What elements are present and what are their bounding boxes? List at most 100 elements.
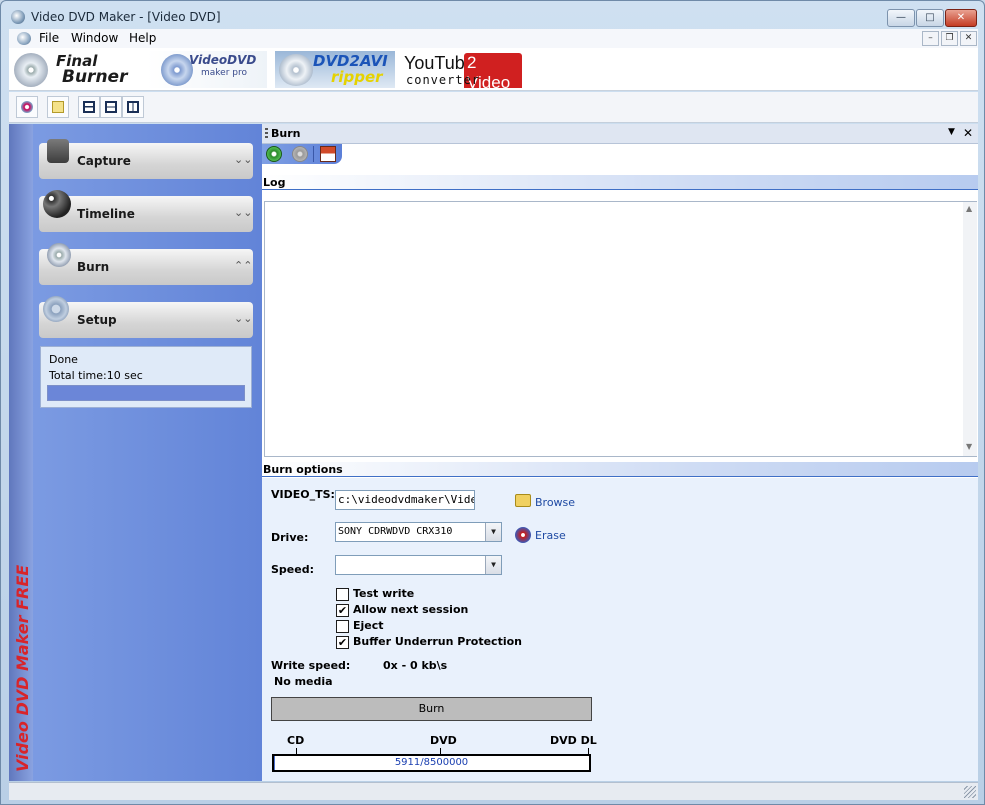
sidebar-item-label: Capture bbox=[77, 154, 131, 168]
minimize-button[interactable]: — bbox=[887, 9, 915, 27]
panel-menu-button[interactable]: ▼ bbox=[948, 127, 955, 137]
chevron-down-icon[interactable]: ⌄⌄ bbox=[234, 312, 252, 325]
open-project-button[interactable] bbox=[47, 96, 69, 118]
menu-help[interactable]: Help bbox=[129, 31, 156, 45]
cascade-windows-button[interactable] bbox=[78, 96, 100, 118]
log-scrollbar[interactable]: ▲ ▼ bbox=[963, 202, 977, 456]
sidebar-item-capture[interactable]: Capture ⌄⌄ bbox=[39, 139, 253, 179]
chevron-down-icon[interactable]: ⌄⌄ bbox=[234, 206, 252, 219]
mdi-close-button[interactable]: ✕ bbox=[960, 31, 977, 46]
mdi-minimize-button[interactable]: – bbox=[922, 31, 939, 46]
app-window: Video DVD Maker - [Video DVD] — □ ✕ File… bbox=[0, 0, 985, 805]
sidebar-item-setup[interactable]: Setup ⌄⌄ bbox=[39, 296, 253, 338]
chevron-up-icon[interactable]: ⌃⌃ bbox=[234, 259, 252, 272]
sidebar-item-label: Timeline bbox=[77, 207, 135, 221]
erase-disc-icon[interactable] bbox=[515, 527, 531, 543]
sidebar-item-timeline[interactable]: Timeline ⌄⌄ bbox=[39, 190, 253, 232]
disc-icon bbox=[14, 53, 48, 87]
toolbar-divider bbox=[313, 146, 314, 162]
back-arrow-icon[interactable] bbox=[266, 146, 282, 162]
youtube-2-video-logo[interactable]: YouTube 2 Video converter bbox=[402, 51, 522, 88]
eject-label[interactable]: Eject bbox=[353, 619, 384, 632]
home-icon[interactable] bbox=[320, 146, 336, 162]
scroll-down-icon[interactable]: ▼ bbox=[966, 442, 972, 451]
capacity-mark-cd: CD bbox=[287, 734, 305, 747]
scroll-up-icon[interactable]: ▲ bbox=[966, 204, 972, 213]
videodvd-maker-pro-logo[interactable]: VideoDVD maker pro bbox=[147, 51, 267, 88]
logo-text-line1: VideoDVD bbox=[189, 53, 257, 67]
dvd2avi-ripper-logo[interactable]: DVD2AVI ripper bbox=[275, 51, 395, 88]
menu-file[interactable]: File bbox=[39, 31, 59, 45]
camcorder-icon bbox=[47, 139, 69, 163]
panel-close-button[interactable]: ✕ bbox=[963, 126, 973, 140]
product-banner: Final Burner VideoDVD maker pro DVD2AVI … bbox=[9, 48, 978, 91]
capacity-mark-dvd-dl: DVD DL bbox=[550, 734, 597, 747]
document-disc-icon[interactable] bbox=[17, 32, 31, 45]
status-bar bbox=[9, 782, 978, 800]
logo-text-line2: Burner bbox=[62, 67, 128, 87]
brand-stripe: Video DVD Maker FREE bbox=[9, 124, 33, 781]
browse-button[interactable]: Browse bbox=[535, 496, 575, 509]
capacity-mark-dvd: DVD bbox=[430, 734, 457, 747]
sidebar-item-label: Burn bbox=[77, 260, 110, 274]
erase-button[interactable]: Erase bbox=[535, 529, 566, 542]
video-ts-label: VIDEO_TS: bbox=[271, 488, 335, 501]
title-bar[interactable]: Video DVD Maker - [Video DVD] — □ ✕ bbox=[1, 1, 984, 31]
grip-icon[interactable] bbox=[265, 128, 268, 139]
menu-window[interactable]: Window bbox=[71, 31, 118, 45]
test-write-label[interactable]: Test write bbox=[353, 587, 414, 600]
video-ts-input[interactable]: c:\videodvdmaker\Video DVD bbox=[335, 490, 475, 510]
status-progress-fill bbox=[48, 386, 244, 400]
section-header-log: Log bbox=[262, 175, 978, 190]
logo-text-line2: maker pro bbox=[201, 68, 247, 78]
tile-horizontal-button[interactable] bbox=[100, 96, 122, 118]
maximize-button[interactable]: □ bbox=[916, 9, 944, 27]
speed-select[interactable]: ▼ bbox=[335, 555, 502, 575]
status-progress-bar bbox=[47, 385, 245, 401]
final-burner-logo[interactable]: Final Burner bbox=[12, 51, 142, 88]
chevron-down-icon[interactable]: ▼ bbox=[485, 523, 501, 541]
disc-capacity-bar: 5911/8500000 bbox=[272, 754, 591, 772]
tile-vertical-button[interactable] bbox=[122, 96, 144, 118]
close-button[interactable]: ✕ bbox=[945, 9, 977, 27]
eject-checkbox[interactable] bbox=[336, 620, 349, 633]
burn-button[interactable]: Burn bbox=[271, 697, 592, 721]
drive-select[interactable]: SONY CDRWDVD CRX310 ▼ bbox=[335, 522, 502, 542]
tile-vertical-icon bbox=[127, 101, 139, 113]
new-project-button[interactable] bbox=[16, 96, 38, 118]
mdi-restore-button[interactable]: ❐ bbox=[941, 31, 958, 46]
panel-header: Burn ▼ ✕ bbox=[262, 124, 978, 144]
speed-label: Speed: bbox=[271, 563, 314, 576]
open-folder-icon[interactable] bbox=[515, 494, 531, 507]
section-title: Log bbox=[263, 176, 286, 189]
allow-next-session-label[interactable]: Allow next session bbox=[353, 603, 468, 616]
app-disc-icon[interactable] bbox=[11, 10, 25, 24]
dvd-disc-icon bbox=[47, 243, 71, 267]
logo-text-converter: converter bbox=[406, 73, 481, 87]
drive-label: Drive: bbox=[271, 531, 309, 544]
resize-grip-icon[interactable] bbox=[964, 786, 976, 798]
allow-next-session-checkbox[interactable]: ✔ bbox=[336, 604, 349, 617]
chevron-down-icon[interactable]: ⌄⌄ bbox=[234, 153, 252, 166]
tile-horizontal-icon bbox=[105, 101, 117, 113]
buffer-underrun-checkbox[interactable]: ✔ bbox=[336, 636, 349, 649]
sidebar-item-label: Setup bbox=[77, 313, 117, 327]
menu-bar: File Window Help – ❐ ✕ bbox=[9, 29, 978, 48]
test-write-checkbox[interactable] bbox=[336, 588, 349, 601]
log-textarea[interactable] bbox=[264, 201, 977, 457]
logo-text-line2: ripper bbox=[331, 68, 383, 86]
section-header-burn-options: Burn options bbox=[262, 462, 978, 477]
disc-icon bbox=[21, 101, 33, 113]
main-toolbar bbox=[9, 92, 978, 123]
write-speed-value: 0x - 0 kb\s bbox=[383, 659, 448, 672]
total-time-text: Total time:10 sec bbox=[49, 369, 143, 382]
chevron-down-icon[interactable]: ▼ bbox=[485, 556, 501, 574]
media-status-text: No media bbox=[274, 675, 333, 688]
buffer-underrun-label[interactable]: Buffer Underrun Protection bbox=[353, 635, 522, 648]
forward-arrow-icon[interactable] bbox=[292, 146, 308, 162]
sidebar-item-burn[interactable]: Burn ⌃⌃ bbox=[39, 243, 253, 285]
capacity-text: 5911/8500000 bbox=[394, 757, 469, 768]
write-speed-label: Write speed: bbox=[271, 659, 351, 672]
burn-options-form: VIDEO_TS: c:\videodvdmaker\Video DVD Bro… bbox=[262, 478, 978, 781]
drive-value: SONY CDRWDVD CRX310 bbox=[338, 526, 453, 537]
